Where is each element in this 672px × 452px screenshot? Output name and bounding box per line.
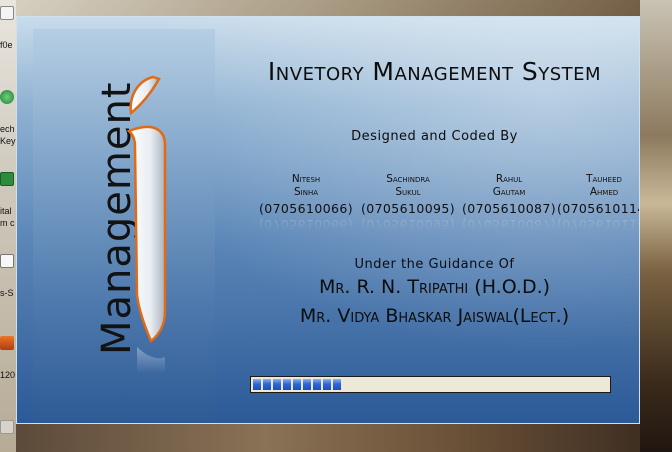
developer-roll-reflection: (0705610095)	[360, 217, 456, 232]
progress-segment	[303, 379, 311, 390]
developer-first-name: Tauheed	[586, 173, 622, 185]
developer-roll-number: (0705610066)	[258, 201, 354, 216]
guidance-label: Under the Guidance Of	[354, 257, 515, 272]
progress-segment	[283, 379, 291, 390]
logo-panel: Management	[33, 29, 215, 421]
progress-segment	[293, 379, 301, 390]
developer-roll-reflection: (0705610114)	[556, 217, 639, 232]
developer-card: Nitesh Sinha (0705610066) (0705610066)	[251, 173, 361, 232]
developer-last-name: Gautam	[492, 186, 526, 198]
progress-track	[253, 379, 608, 390]
media-icon[interactable]	[0, 336, 14, 350]
guide-lecturer-name: Mr. Vidya Bhaskar Jaiswal(Lect.)	[299, 305, 570, 327]
desktop-icon-label[interactable]: Key	[0, 136, 16, 146]
developer-last-name: Sinha	[293, 186, 319, 198]
desktop-app-icon[interactable]	[0, 90, 14, 104]
developer-last-name: Sukul	[395, 186, 421, 198]
developer-first-name: Sachindra	[386, 173, 430, 185]
desktop-left-strip: f0e ech Key ital m c s-S 120	[0, 0, 16, 452]
designed-by-label: Designed and Coded By	[351, 129, 518, 144]
desktop-icon-label[interactable]: ital	[0, 206, 16, 216]
desktop-icon-label[interactable]: 120	[0, 370, 16, 380]
developer-roll-number: (0705610087)	[461, 201, 557, 216]
progress-segment	[323, 379, 331, 390]
loading-progress-bar	[250, 376, 611, 393]
progress-segment	[333, 379, 341, 390]
excel-icon[interactable]	[0, 172, 14, 186]
developer-card: Rahul Gautam (0705610087) (0705610087)	[454, 173, 564, 232]
progress-segment	[263, 379, 271, 390]
desktop-icon-label[interactable]: m c	[0, 218, 16, 228]
developer-roll-number: (0705610114)	[556, 201, 639, 216]
desktop-icon-label[interactable]: ech	[0, 124, 16, 134]
developer-first-name: Nitesh	[291, 173, 321, 185]
guide-hod-name: Mr. R. N. Tripathi (H.O.D.)	[318, 276, 551, 298]
developer-roll-reflection: (0705610087)	[461, 217, 557, 232]
progress-segment	[273, 379, 281, 390]
desktop-file-icon[interactable]	[0, 6, 14, 20]
developer-card: Sachindra Sukul (0705610095) (0705610095…	[353, 173, 463, 232]
desktop-icon-label[interactable]: s-S	[0, 288, 16, 298]
developer-roll-number: (0705610095)	[360, 201, 456, 216]
progress-fill	[253, 379, 608, 390]
logo-i-icon	[126, 75, 167, 373]
progress-segment	[313, 379, 321, 390]
progress-segment	[253, 379, 261, 390]
app-title: Invetory Management System	[267, 57, 602, 86]
developer-last-name: Ahmed	[589, 186, 619, 198]
desktop-wallpaper	[640, 0, 672, 452]
developer-first-name: Rahul	[495, 173, 523, 185]
desktop-icon-label[interactable]: f0e	[0, 40, 16, 50]
splash-window: Management Invetory Management System De…	[16, 16, 640, 424]
developer-card: Tauheed Ahmed (0705610114) (0705610114)	[549, 173, 639, 232]
shortcut-icon[interactable]	[0, 420, 14, 434]
developer-roll-reflection: (0705610066)	[258, 217, 354, 232]
document-icon[interactable]	[0, 254, 14, 268]
desktop-wallpaper-bottom	[16, 424, 640, 452]
